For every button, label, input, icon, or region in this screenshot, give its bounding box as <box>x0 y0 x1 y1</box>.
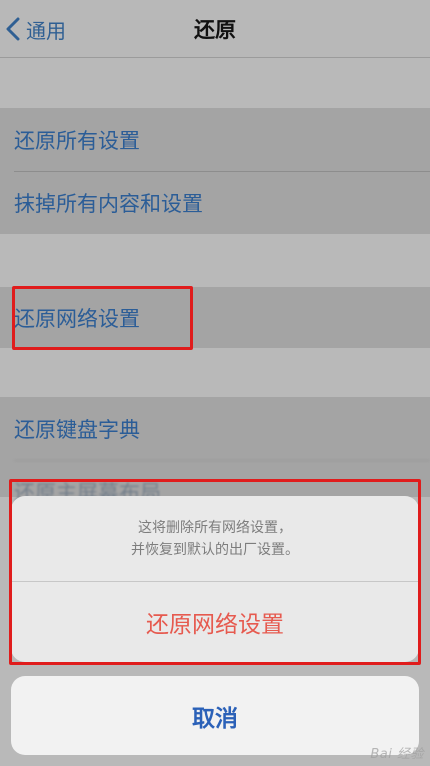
reset-settings-screen: 通用 还原 还原所有设置 抹掉所有内容和设置 还原网络设置 还原键盘字典 还原主… <box>0 0 430 766</box>
reset-all-settings-item[interactable]: 还原所有设置 <box>0 108 430 171</box>
watermark: Bai 经验 <box>370 747 424 762</box>
navigation-bar: 通用 还原 <box>0 0 430 58</box>
reset-keyboard-dictionary-item[interactable]: 还原键盘字典 <box>0 397 430 460</box>
erase-all-content-item[interactable]: 抹掉所有内容和设置 <box>0 171 430 234</box>
network-item-highlight-box <box>12 286 193 350</box>
action-sheet-highlight-box <box>9 479 421 665</box>
reset-group-1: 还原所有设置 抹掉所有内容和设置 <box>0 108 430 234</box>
page-title: 还原 <box>194 18 236 42</box>
cancel-button[interactable]: 取消 <box>11 676 419 755</box>
